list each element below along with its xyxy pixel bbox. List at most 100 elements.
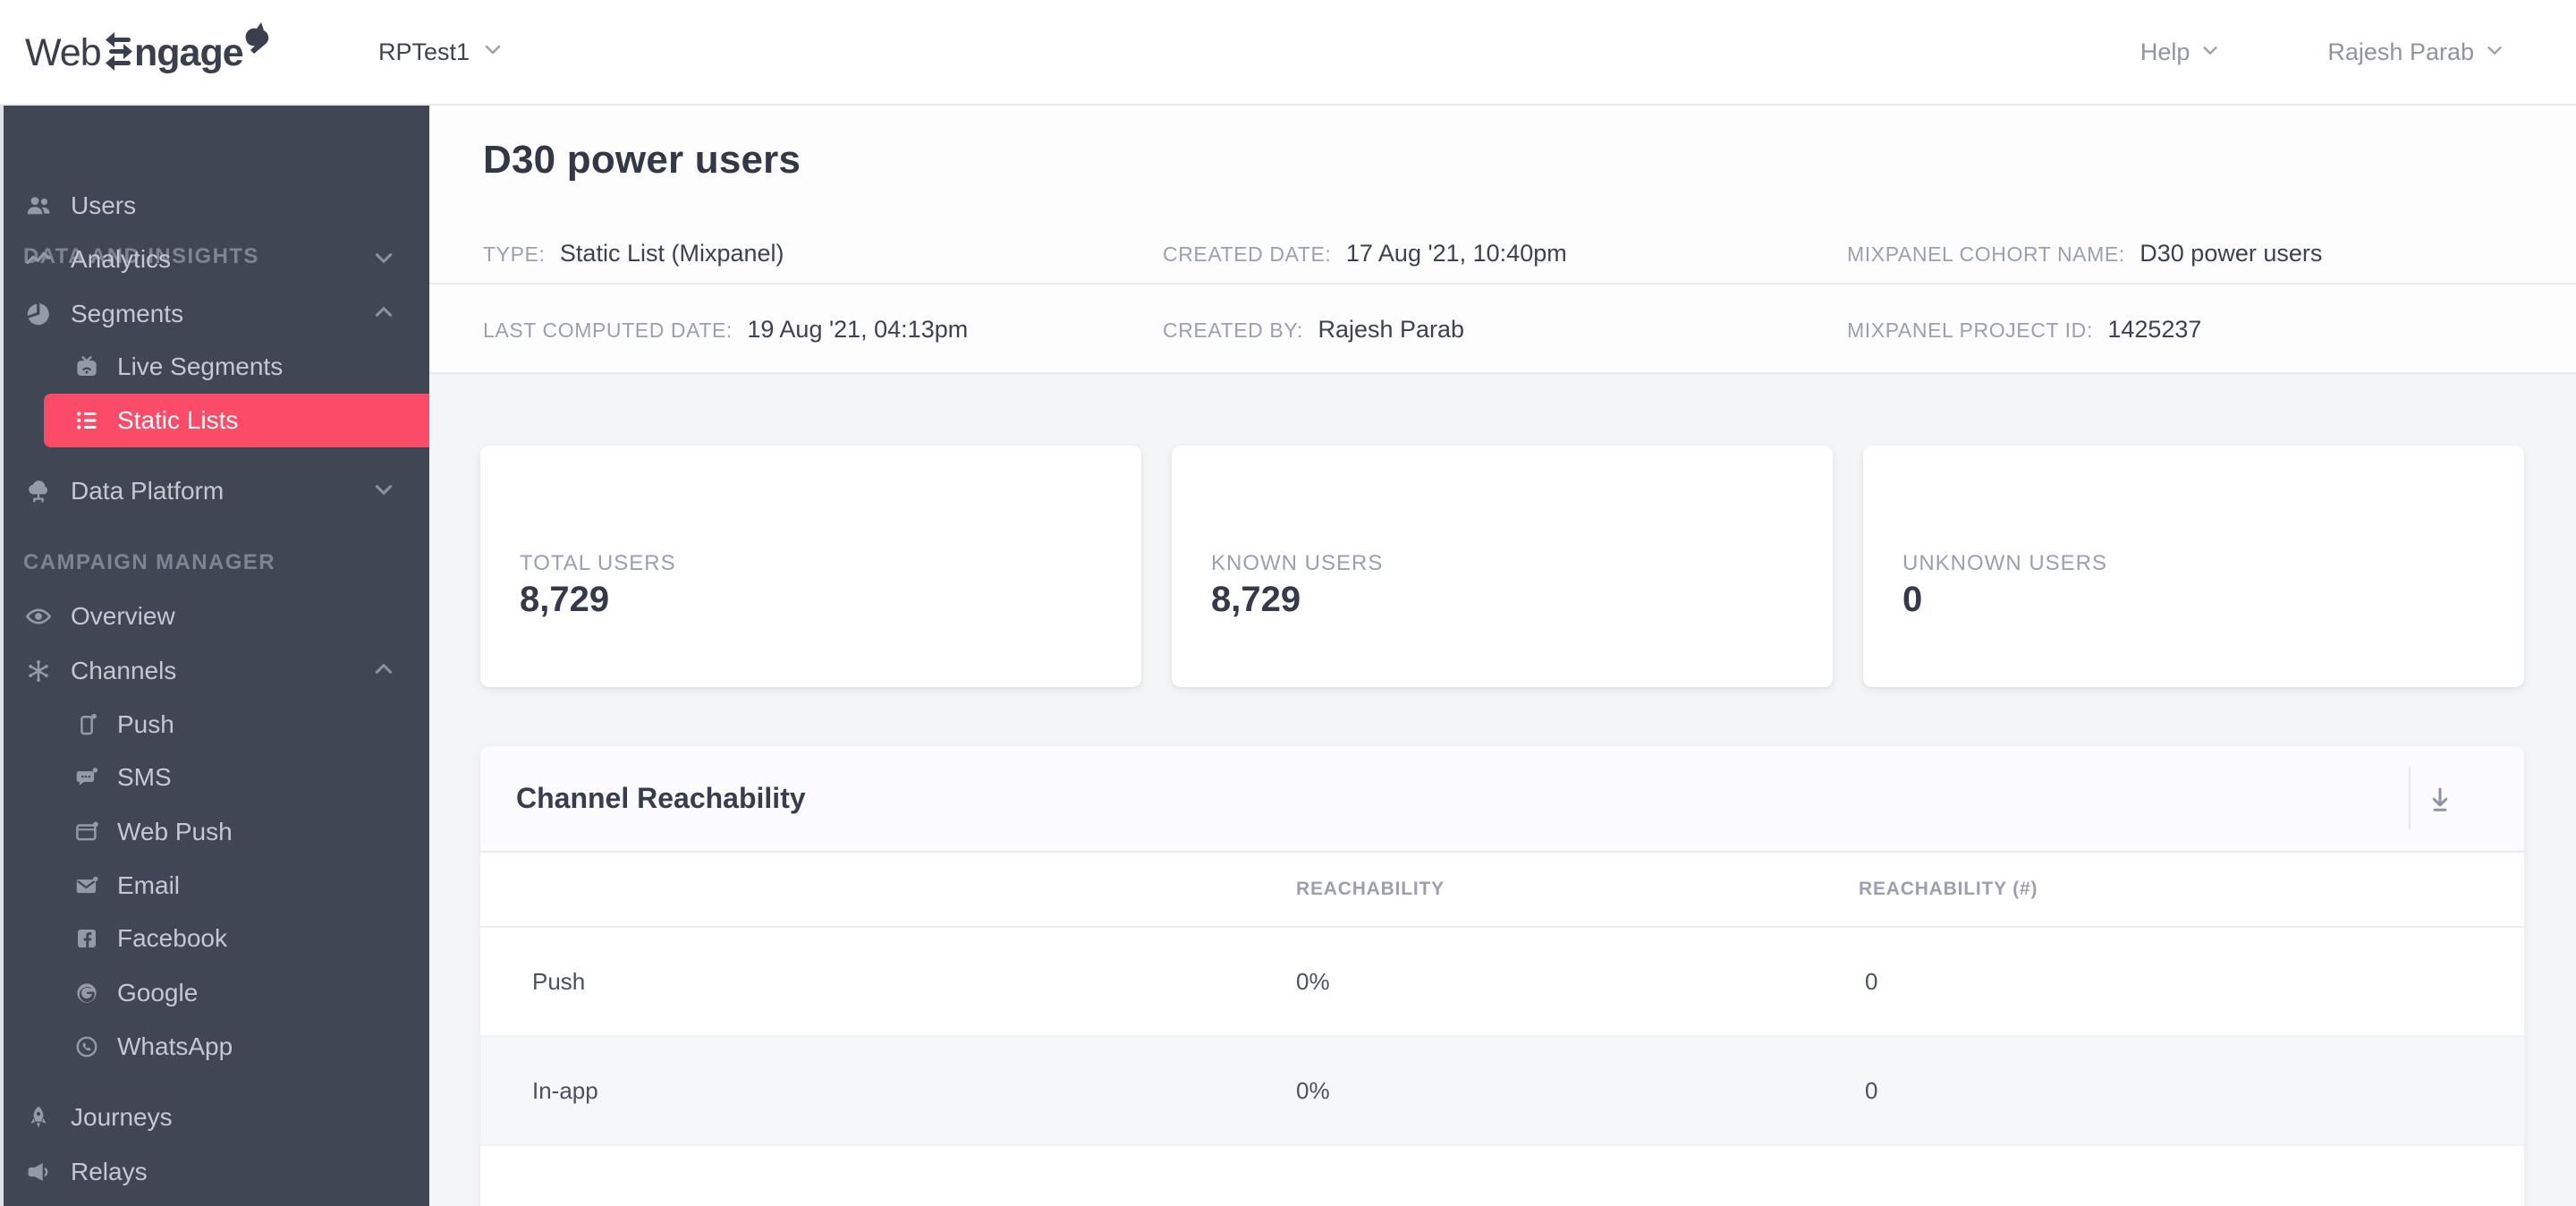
sidebar-item-analytics[interactable]: Analytics [0,233,429,286]
table-row-in-app: In-app 0% 0 [480,1037,2524,1146]
sidebar-label-whatsapp: WhatsApp [117,1032,233,1060]
chevron-down-icon [2200,38,2220,66]
users-icon [23,191,54,221]
user-name: Rajesh Parab [2327,38,2474,65]
meta-row-2: LAST COMPUTED DATE: 19 Aug '21, 04:13pm … [429,285,2576,374]
page-title: D30 power users [483,138,801,182]
sidebar-item-journeys[interactable]: Journeys [0,1091,429,1144]
user-menu[interactable]: Rajesh Parab [2327,38,2504,66]
sidebar-label-analytics: Analytics [71,245,172,273]
sidebar-label-data-platform: Data Platform [71,477,225,505]
meta-cohort-name-value: D30 power users [2140,240,2323,267]
cell-reachability-count: 0 [1865,1077,1878,1104]
meta-cohort-name-label: MIXPANEL COHORT NAME: [1847,242,2125,266]
sidebar-item-static-lists[interactable]: Static Lists [0,394,429,447]
webengage-logo[interactable]: Web ngage [25,21,284,89]
sidebar-label-journeys: Journeys [71,1103,173,1131]
push-channel-icon [72,711,100,739]
megaphone-icon [23,1157,54,1187]
table-header-row: REACHABILITY REACHABILITY (#) [480,853,2524,928]
header-divider [2409,768,2411,829]
sidebar-item-google[interactable]: Google [0,966,429,1020]
chevron-down-icon [2485,38,2504,66]
sms-channel-icon [72,764,100,792]
cell-channel: In-app [532,1077,598,1104]
cell-reachability: 0% [1296,968,1330,995]
help-menu[interactable]: Help [2140,38,2221,66]
project-selector[interactable]: RPTest1 [378,0,504,104]
sidebar-label-google: Google [117,979,199,1006]
total-users-value: 8,729 [520,580,610,619]
stat-cards: TOTAL USERS 8,729 KNOWN USERS 8,729 UNKN… [480,446,2524,687]
window-edge [0,106,4,1206]
meta-created-date: CREATED DATE: 17 Aug '21, 10:40pm [1163,224,1567,287]
sidebar-item-data-platform[interactable]: Data Platform [0,464,429,518]
meta-project-id-value: 1425237 [2107,316,2202,343]
main-content: D30 power users TYPE: Static List (Mixpa… [429,106,2576,1206]
table-row-push: Push 0% 0 [480,928,2524,1037]
channels-hub-icon [23,656,54,686]
logo-arrows-e-icon [106,32,132,71]
total-users-label: TOTAL USERS [520,551,676,575]
facebook-icon [72,925,100,953]
help-label: Help [2140,38,2190,65]
meta-created-date-value: 17 Aug '21, 10:40pm [1345,240,1567,267]
sidebar-item-facebook[interactable]: Facebook [0,912,429,965]
logo-text-web: Web [25,31,101,74]
cell-channel: Push [532,968,586,995]
total-users-card: TOTAL USERS 8,729 [480,446,1141,687]
panel-header: Channel Reachability [480,746,2524,853]
whatsapp-icon [72,1033,100,1061]
google-icon [72,980,100,1007]
download-button[interactable] [2419,778,2462,821]
chevron-up-icon [372,301,395,328]
cell-reachability: 0% [1296,1077,1330,1104]
meta-last-computed-value: 19 Aug '21, 04:13pm [747,316,969,343]
sidebar-item-email[interactable]: Email [0,859,429,913]
segments-icon [23,299,54,329]
sidebar-item-sms[interactable]: SMS [0,751,429,804]
sidebar-label-users: Users [71,191,137,219]
sidebar-item-segments[interactable]: Segments [0,287,429,341]
meta-created-date-label: CREATED DATE: [1163,242,1332,266]
known-users-label: KNOWN USERS [1211,551,1384,575]
topbar-right: Help Rajesh Parab [2140,0,2504,104]
download-icon [2432,787,2448,811]
sidebar-label-push: Push [117,710,174,738]
sidebar: DATA AND INSIGHTS Users Analytics Segmen… [0,106,429,1206]
meta-row-1: TYPE: Static List (Mixpanel) CREATED DAT… [429,224,2576,283]
chevron-up-icon [372,658,395,685]
meta-created-by-label: CREATED BY: [1163,318,1303,342]
sidebar-item-overview[interactable]: Overview [0,590,429,643]
sidebar-label-overview: Overview [71,602,175,630]
unknown-users-value: 0 [1902,580,1923,619]
sidebar-item-users[interactable]: Users [0,179,429,233]
sidebar-item-web-push[interactable]: Web Push [0,805,429,859]
meta-cohort-name: MIXPANEL COHORT NAME: D30 power users [1847,224,2322,287]
web-push-channel-icon [72,819,100,846]
sidebar-item-relays[interactable]: Relays [0,1145,429,1199]
data-platform-icon [23,476,54,506]
webengage-app: Web ngage RPTest1 Help Rajesh Parab DATA… [0,0,2576,1206]
sidebar-section-campaign-manager: CAMPAIGN MANAGER [23,550,275,574]
sidebar-item-whatsapp[interactable]: WhatsApp [0,1020,429,1074]
sidebar-label-segments: Segments [71,300,184,327]
meta-last-computed: LAST COMPUTED DATE: 19 Aug '21, 04:13pm [483,285,968,378]
chevron-down-icon [372,246,395,274]
meta-project-id-label: MIXPANEL PROJECT ID: [1847,318,2093,342]
meta-created-by-value: Rajesh Parab [1318,316,1465,343]
meta-last-computed-label: LAST COMPUTED DATE: [483,318,733,342]
sidebar-label-static-lists: Static Lists [117,406,239,434]
sidebar-item-push[interactable]: Push [0,698,429,752]
sidebar-label-web-push: Web Push [117,818,233,845]
sidebar-item-live-segments[interactable]: Live Segments [0,340,429,394]
meta-type-label: TYPE: [483,242,546,266]
logo-bird-icon [245,22,269,54]
sidebar-label-channels: Channels [71,657,177,684]
sidebar-label-email: Email [117,871,181,899]
sidebar-item-channels[interactable]: Channels [0,644,429,698]
column-header-reachability: REACHABILITY [1296,879,1445,899]
unknown-users-card: UNKNOWN USERS 0 [1863,446,2524,687]
project-name: RPTest1 [378,38,470,65]
topbar: Web ngage RPTest1 Help Rajesh Parab [0,0,2576,106]
